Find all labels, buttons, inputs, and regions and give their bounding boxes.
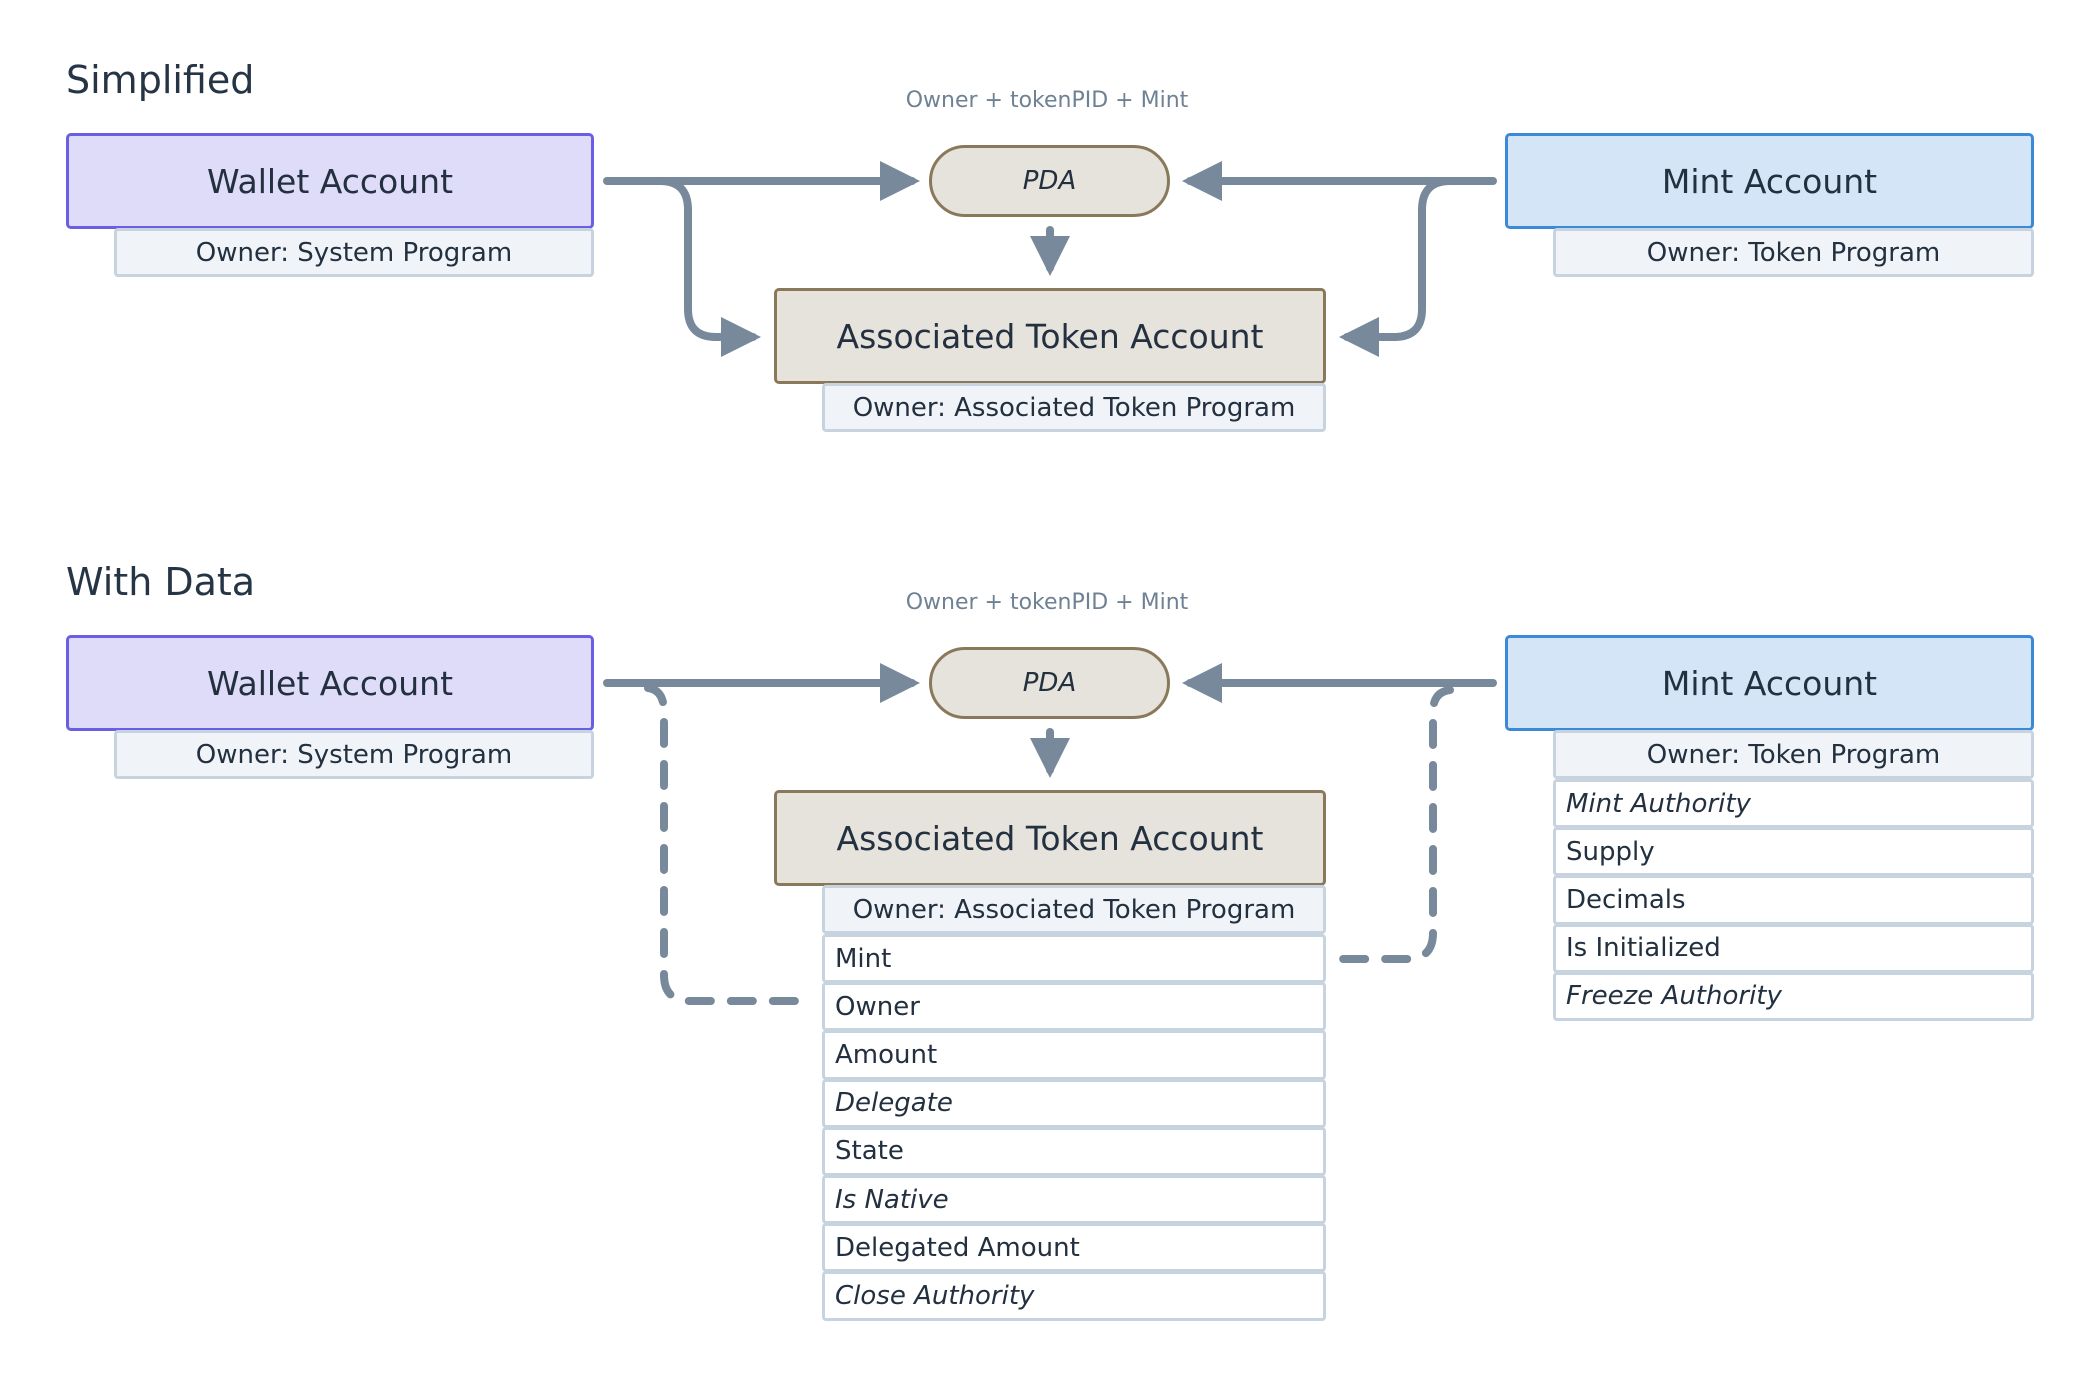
ata-box-2[interactable]: Associated Token Account (774, 790, 1326, 886)
ata-owner-label-2: Owner: Associated Token Program (822, 885, 1326, 934)
mint-field-supply: Supply (1553, 827, 2034, 877)
mint-to-mint-field-link (1335, 686, 1454, 963)
ata-title: Associated Token Account (836, 316, 1264, 356)
ata-title-2: Associated Token Account (836, 818, 1264, 858)
mint-account-title: Mint Account (1661, 161, 1878, 201)
wallet-to-ata-arrow (656, 177, 761, 357)
pda-label: PDA (1022, 166, 1077, 196)
ata-box[interactable]: Associated Token Account (774, 288, 1326, 384)
ata-field-mint: Mint (822, 934, 1326, 984)
mint-owner-label-2: Owner: Token Program (1553, 730, 2034, 779)
mint-account-box[interactable]: Mint Account (1505, 133, 2034, 229)
mint-to-ata-arrow (1339, 177, 1454, 357)
wallet-account-box[interactable]: Wallet Account (66, 133, 594, 229)
mint-account-box-2[interactable]: Mint Account (1505, 635, 2034, 731)
mint-field-freeze-authority: Freeze Authority (1553, 971, 2034, 1021)
ata-field-amount: Amount (822, 1030, 1326, 1080)
pda-label-2: PDA (1022, 668, 1077, 698)
mint-account-title-2: Mint Account (1661, 663, 1878, 703)
ata-field-is-native: Is Native (822, 1175, 1326, 1225)
ata-field-close-authority: Close Authority (822, 1271, 1326, 1321)
wallet-owner-label: Owner: System Program (114, 228, 594, 277)
ata-field-state: State (822, 1126, 1326, 1176)
ata-field-delegated-amount: Delegated Amount (822, 1223, 1326, 1273)
wallet-owner-label-2: Owner: System Program (114, 730, 594, 779)
pda-node[interactable]: PDA (929, 145, 1170, 217)
wallet-account-title-2: Wallet Account (206, 663, 454, 703)
wallet-account-title: Wallet Account (206, 161, 454, 201)
mint-owner-label: Owner: Token Program (1553, 228, 2034, 277)
pda-seed-label: Owner + tokenPID + Mint (905, 88, 1189, 113)
wallet-account-box-2[interactable]: Wallet Account (66, 635, 594, 731)
ata-field-delegate: Delegate (822, 1078, 1326, 1128)
ata-field-owner: Owner (822, 982, 1326, 1032)
ata-owner-label: Owner: Associated Token Program (822, 383, 1326, 432)
pda-node-2[interactable]: PDA (929, 647, 1170, 719)
section-title-with-data: With Data (66, 560, 256, 604)
mint-field-decimals: Decimals (1553, 875, 2034, 925)
section-title-simplified: Simplified (66, 58, 255, 102)
pda-seed-label-2: Owner + tokenPID + Mint (905, 590, 1189, 615)
mint-field-mint-authority: Mint Authority (1553, 779, 2034, 829)
mint-field-is-initialized: Is Initialized (1553, 923, 2034, 973)
